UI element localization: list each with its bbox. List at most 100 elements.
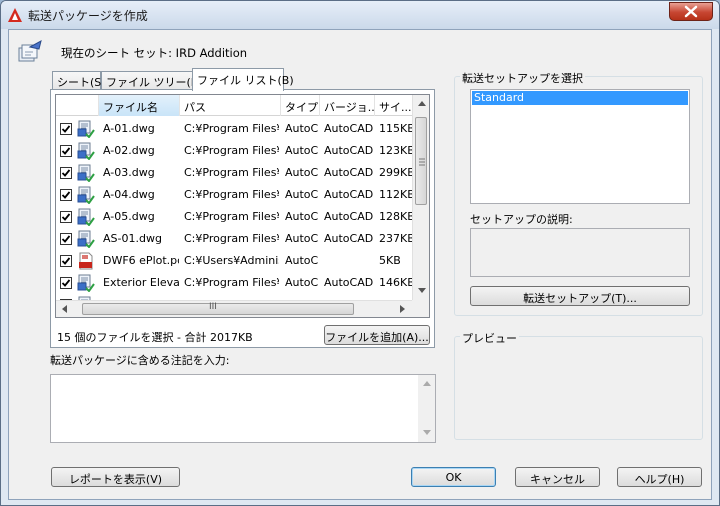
row-version: AutoCAD: [324, 188, 374, 201]
tab-sheets[interactable]: シート(S): [52, 71, 106, 90]
scroll-up-arrow-icon[interactable]: [423, 381, 431, 386]
table-row[interactable]: A-03.dwg C:¥Program Files¥A AutoC AutoCAD 29…: [56, 162, 413, 184]
row-version: AutoCAD: [324, 276, 374, 289]
checkmark-icon: [61, 147, 71, 155]
checkmark-icon: [61, 169, 71, 177]
row-path: C:¥Program Files¥A: [184, 210, 279, 223]
table-row[interactable]: A-04.dwg C:¥Program Files¥A AutoC AutoCAD 11…: [56, 184, 413, 206]
column-header-filename[interactable]: ファイル名: [99, 95, 180, 116]
transmittal-setup-list[interactable]: Standard: [470, 89, 690, 204]
checkmark-icon: [61, 191, 71, 199]
scroll-down-arrow-icon[interactable]: [418, 288, 426, 293]
column-header-version[interactable]: バージョ...: [320, 95, 375, 116]
table-row[interactable]: Exterior Elevat C:¥Program Files¥A AutoC Au…: [56, 272, 413, 294]
checkmark-icon: [61, 235, 71, 243]
cancel-button[interactable]: キャンセル: [515, 467, 600, 487]
vertical-scroll-thumb[interactable]: [415, 117, 427, 205]
row-size: 5KB: [379, 254, 401, 267]
table-row[interactable]: A-01.dwg C:¥Program Files¥A AutoC AutoCAD 11…: [56, 118, 413, 140]
current-sheet-set-label: 現在のシート セット: IRD Addition: [61, 46, 248, 60]
close-button[interactable]: [669, 2, 713, 21]
file-checkbox[interactable]: [60, 167, 72, 179]
ok-button[interactable]: OK: [411, 467, 496, 487]
row-filename: DWF6 ePlot.pc: [103, 254, 179, 267]
row-type: AutoC: [285, 254, 319, 267]
scroll-right-arrow-icon[interactable]: [400, 305, 405, 313]
file-checkbox[interactable]: [60, 277, 72, 289]
column-header-size[interactable]: サイ...: [375, 95, 413, 116]
selection-summary: 15 個のファイルを選択 - 合計 2017KB: [57, 331, 253, 344]
row-size: 146KB: [379, 276, 413, 289]
notes-textarea[interactable]: [50, 374, 436, 443]
dwg-file-icon: [77, 230, 95, 249]
row-size: 128KB: [379, 210, 413, 223]
row-size: 112KB: [379, 188, 413, 201]
grip-icon: III: [209, 302, 217, 312]
row-version: AutoCAD: [324, 210, 374, 223]
title-bar[interactable]: 転送パッケージを作成: [1, 1, 719, 29]
row-filename: A-02.dwg: [103, 144, 155, 157]
column-header-check[interactable]: [56, 95, 99, 116]
scroll-left-arrow-icon[interactable]: [62, 305, 67, 313]
file-list-panel: ファイル名 パス タイプ バージョ... サイ... A-01.dwg C:¥Pr…: [50, 89, 435, 348]
file-checkbox[interactable]: [60, 255, 72, 267]
column-header-type[interactable]: タイプ: [281, 95, 320, 116]
setup-description-label: セットアップの説明:: [470, 213, 573, 226]
table-row[interactable]: AS-01.dwg C:¥Program Files¥A AutoC AutoCAD 2…: [56, 228, 413, 250]
transmittal-setup-button[interactable]: 転送セットアップ(T)...: [470, 286, 690, 306]
button-label: キャンセル: [530, 473, 585, 486]
file-checkbox[interactable]: [60, 233, 72, 245]
button-label: 転送セットアップ(T)...: [523, 292, 637, 305]
row-filename: Exterior Elevat: [103, 276, 179, 289]
row-size: 123KB: [379, 144, 413, 157]
row-version: AutoCAD: [324, 122, 374, 135]
table-row[interactable]: A-05.dwg C:¥Program Files¥A AutoC AutoCAD 12…: [56, 206, 413, 228]
dialog-client-area: 現在のシート セット: IRD Addition シート(S) ファイル ツリー…: [8, 29, 712, 500]
checkmark-icon: [61, 125, 71, 133]
list-item-selected[interactable]: Standard: [472, 91, 688, 105]
scroll-up-arrow-icon[interactable]: [418, 101, 426, 106]
row-type: AutoC: [285, 144, 319, 157]
row-path: C:¥Program Files¥A: [184, 166, 279, 179]
button-label: ファイルを追加(A)...: [325, 331, 429, 344]
tab-file-tree[interactable]: ファイル ツリー(F): [101, 71, 201, 90]
table-row[interactable]: A-02.dwg C:¥Program Files¥A AutoC AutoCAD 12…: [56, 140, 413, 162]
transmittal-setup-title: 転送セットアップを選択: [460, 70, 585, 86]
file-checkbox[interactable]: [60, 145, 72, 157]
tab-label: ファイル リスト(B): [197, 74, 294, 87]
button-label: ヘルプ(H): [634, 473, 685, 486]
tab-label: シート(S): [57, 76, 106, 89]
dwg-file-icon: [77, 208, 95, 227]
file-list-view[interactable]: ファイル名 パス タイプ バージョ... サイ... A-01.dwg C:¥Pr…: [55, 94, 430, 318]
table-row[interactable]: DWF6 ePlot.pc C:¥Users¥Administ AutoC 5KB: [56, 250, 413, 272]
button-label: OK: [445, 471, 462, 484]
file-checkbox[interactable]: [60, 123, 72, 135]
notes-label: 転送パッケージに含める注記を入力:: [50, 354, 230, 367]
row-path: C:¥Program Files¥A: [184, 188, 279, 201]
scroll-down-arrow-icon[interactable]: [423, 430, 431, 435]
row-type: AutoC: [285, 276, 319, 289]
vertical-scrollbar[interactable]: [412, 95, 429, 300]
checkmark-icon: [61, 279, 71, 287]
file-checkbox[interactable]: [60, 189, 72, 201]
window-title: 転送パッケージを作成: [28, 9, 148, 23]
dialog-window: 転送パッケージを作成 現在のシート セット: IRD Addition シート(…: [0, 0, 720, 506]
row-type: AutoC: [285, 166, 319, 179]
row-size: 115KB: [379, 122, 413, 135]
add-file-button[interactable]: ファイルを追加(A)...: [324, 325, 430, 345]
notes-scrollbar[interactable]: [418, 375, 435, 442]
pc3-file-icon: [77, 252, 95, 270]
help-button[interactable]: ヘルプ(H): [617, 467, 702, 487]
list-item-label: Standard: [474, 91, 525, 104]
horizontal-scrollbar[interactable]: III: [56, 300, 413, 317]
row-filename: AS-01.dwg: [103, 232, 162, 245]
close-icon: [684, 5, 698, 18]
column-header-path[interactable]: パス: [180, 95, 281, 116]
row-type: AutoC: [285, 122, 319, 135]
file-checkbox[interactable]: [60, 211, 72, 223]
horizontal-scroll-thumb[interactable]: III: [82, 302, 354, 315]
scroll-corner: [412, 300, 429, 317]
checkmark-icon: [61, 213, 71, 221]
tab-file-list[interactable]: ファイル リスト(B): [192, 68, 294, 91]
view-report-button[interactable]: レポートを表示(V): [51, 467, 180, 487]
